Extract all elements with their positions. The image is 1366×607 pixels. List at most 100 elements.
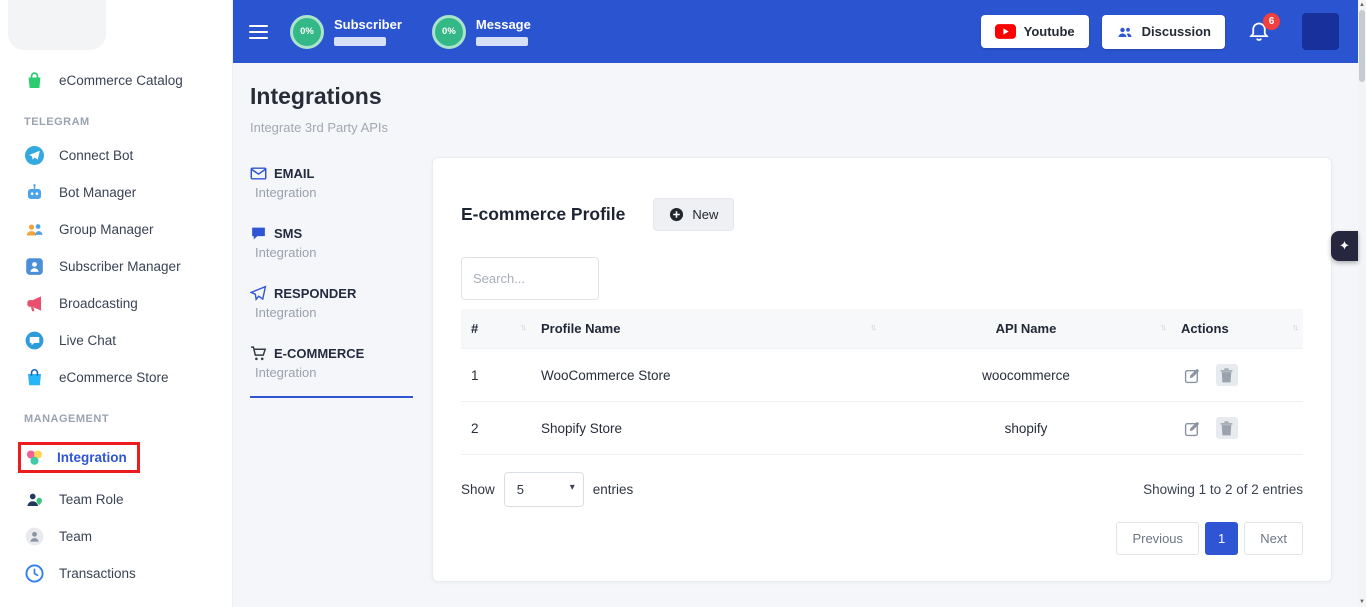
column-header-label: API Name: [996, 321, 1057, 336]
show-label: Show: [461, 482, 495, 497]
sidebar-item-label: Subscriber Manager: [59, 257, 181, 277]
sidebar: eCommerce Catalog TELEGRAM Connect Bot B…: [0, 0, 233, 607]
ecommerce-profile-panel: E-commerce Profile New: [432, 157, 1332, 582]
menu-toggle-icon[interactable]: [247, 17, 270, 47]
delete-button[interactable]: [1216, 364, 1238, 386]
sidebar-item-team-role[interactable]: Team Role: [0, 481, 232, 518]
column-header-label: Actions: [1181, 321, 1229, 336]
delete-button[interactable]: [1216, 417, 1238, 439]
sidebar-item-broadcasting[interactable]: Broadcasting: [0, 285, 232, 322]
scroll-up-icon[interactable]: ▲: [1359, 1, 1365, 9]
nav-item-responder[interactable]: RESPONDER Integration: [250, 285, 413, 320]
shopping-bag-blue-icon: [24, 367, 45, 388]
new-button[interactable]: New: [653, 198, 734, 231]
scrollbar[interactable]: ▲ ▼: [1358, 0, 1366, 607]
edit-button[interactable]: [1181, 364, 1203, 386]
pagination: Previous 1 Next: [461, 522, 1303, 555]
discussion-button[interactable]: Discussion: [1102, 15, 1225, 49]
sidebar-item-label: Live Chat: [59, 331, 116, 351]
nav-item-sms[interactable]: SMS Integration: [250, 225, 413, 260]
sidebar-item-connect-bot[interactable]: Connect Bot: [0, 137, 232, 174]
sidebar-item-subscriber-manager[interactable]: Subscriber Manager: [0, 248, 232, 285]
nav-item-sub: Integration: [255, 245, 413, 260]
scroll-down-icon[interactable]: ▼: [1359, 598, 1365, 606]
column-header-label: #: [471, 321, 478, 336]
sidebar-item-integration[interactable]: Integration: [0, 434, 232, 481]
nav-item-title: E-COMMERCE: [274, 346, 364, 361]
search-input[interactable]: [461, 257, 599, 300]
header-right: Youtube Discussion 6: [968, 13, 1339, 50]
sidebar-section-telegram: TELEGRAM: [0, 99, 232, 137]
page-1-button[interactable]: 1: [1205, 522, 1238, 555]
column-header-label: Profile Name: [541, 321, 620, 336]
new-button-label: New: [692, 207, 718, 222]
app-window: eCommerce Catalog TELEGRAM Connect Bot B…: [0, 0, 1366, 607]
sort-icon[interactable]: ↑↓: [1292, 322, 1297, 332]
person-pin-icon: [24, 489, 45, 510]
sidebar-item-ecommerce-catalog[interactable]: eCommerce Catalog: [0, 62, 232, 99]
table-header-row: # ↑↓ Profile Name ↑↓ API Name ↑↓: [461, 309, 1303, 349]
sort-icon[interactable]: ↑↓: [520, 322, 525, 332]
sort-icon[interactable]: ↑↓: [870, 322, 875, 332]
group-people-icon: [24, 219, 45, 240]
clock-icon: [24, 563, 45, 584]
nav-item-ecommerce[interactable]: E-COMMERCE Integration: [250, 345, 413, 398]
scrollbar-thumb[interactable]: [1359, 10, 1365, 82]
main-area: 0% Subscriber 0% Message: [233, 0, 1366, 607]
sidebar-item-bot-manager[interactable]: Bot Manager: [0, 174, 232, 211]
sms-icon: [250, 225, 267, 242]
showing-entries-text: Showing 1 to 2 of 2 entries: [1143, 482, 1303, 497]
redacted-value: [476, 37, 528, 46]
sidebar-item-group-manager[interactable]: Group Manager: [0, 211, 232, 248]
nav-item-title: SMS: [274, 226, 302, 241]
page-size-control: Show 5 ▾ entries: [461, 472, 633, 507]
edit-button[interactable]: [1181, 417, 1203, 439]
plus-circle-icon: [669, 207, 684, 222]
cell-profile-name: WooCommerce Store: [531, 349, 881, 402]
next-page-button[interactable]: Next: [1244, 522, 1303, 555]
email-icon: [250, 165, 267, 182]
sidebar-item-team[interactable]: Team: [0, 518, 232, 555]
nav-item-email[interactable]: EMAIL Integration: [250, 165, 413, 200]
page-subtitle: Integrate 3rd Party APIs: [250, 120, 1366, 135]
message-stat-text: Message: [476, 17, 531, 46]
subscriber-person-icon: [24, 256, 45, 277]
sidebar-item-label: Transactions: [59, 564, 136, 584]
notifications-button[interactable]: 6: [1248, 21, 1270, 43]
sidebar-item-label: eCommerce Catalog: [59, 71, 183, 91]
nav-item-sub: Integration: [255, 305, 413, 320]
youtube-button[interactable]: Youtube: [981, 15, 1089, 48]
telegram-plane-icon: [24, 145, 45, 166]
message-progress-circle: 0%: [432, 15, 466, 49]
nav-item-sub: Integration: [255, 365, 413, 380]
page-size-select[interactable]: 5: [504, 472, 584, 507]
table-row: 1 WooCommerce Store woocommerce: [461, 349, 1303, 402]
chat-bubble-icon: [24, 330, 45, 351]
cell-api-name: shopify: [881, 402, 1171, 455]
sidebar-item-live-chat[interactable]: Live Chat: [0, 322, 232, 359]
sidebar-item-label: Team: [59, 527, 92, 547]
sidebar-item-label: eCommerce Store: [59, 368, 169, 388]
column-header-actions: Actions ↑↓: [1171, 309, 1303, 349]
sidebar-item-label: Connect Bot: [59, 146, 133, 166]
table-footer: Show 5 ▾ entries Showing 1 to 2 of 2 ent…: [461, 472, 1303, 507]
sidebar-item-transactions[interactable]: Transactions: [0, 555, 232, 592]
message-stat-label: Message: [476, 17, 531, 32]
sort-icon[interactable]: ↑↓: [1160, 322, 1165, 332]
user-avatar[interactable]: [1302, 13, 1339, 50]
discussion-button-label: Discussion: [1142, 24, 1211, 39]
message-stat: 0% Message: [432, 15, 531, 49]
chat-widget-button[interactable]: ✦: [1331, 231, 1358, 261]
youtube-button-label: Youtube: [1024, 24, 1075, 39]
column-header-api-name: API Name ↑↓: [881, 309, 1171, 349]
sidebar-item-label: Integration: [57, 448, 127, 468]
subscriber-percent: 0%: [300, 26, 314, 37]
sidebar-item-ecommerce-store[interactable]: eCommerce Store: [0, 359, 232, 396]
sidebar-section-management: MANAGEMENT: [0, 396, 232, 434]
active-highlight-box: Integration: [18, 442, 140, 473]
sidebar-item-label: Bot Manager: [59, 183, 136, 203]
integration-circles-icon: [24, 447, 45, 468]
redacted-value: [334, 37, 386, 46]
subscriber-stat-text: Subscriber: [334, 17, 402, 46]
previous-page-button[interactable]: Previous: [1116, 522, 1199, 555]
